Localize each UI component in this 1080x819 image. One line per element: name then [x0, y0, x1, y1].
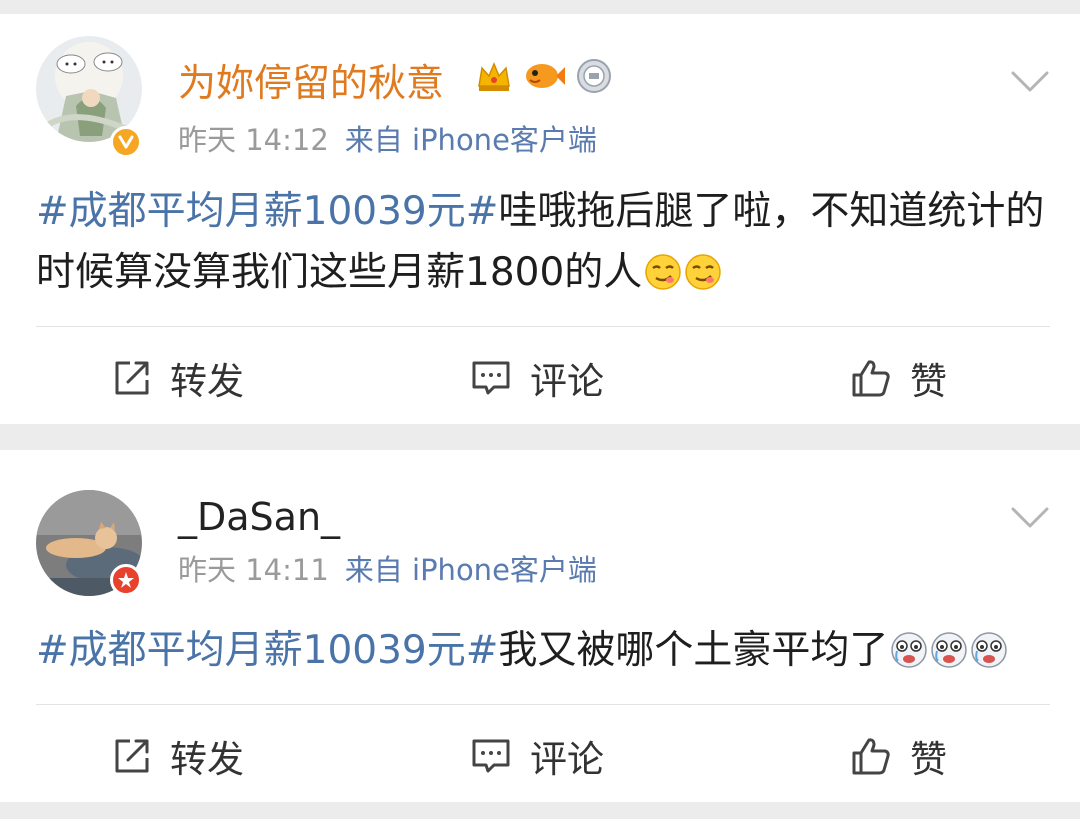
medal-icon — [577, 59, 611, 93]
post-source[interactable]: 来自 iPhone客户端 — [345, 123, 597, 157]
smirk-emoji-icon — [645, 254, 682, 290]
star-badge-icon — [110, 564, 142, 596]
weibo-post: _DaSan_ 昨天 14:11 来自 iPhone客户端 #成都平均月薪1003… — [0, 450, 1080, 802]
weibo-post: 为妳停留的秋意 昨天 14:12 来自 iPhone客户端 #成都平均月薪1003… — [0, 14, 1080, 424]
post-actions: 转发 评论 赞 — [0, 726, 1080, 786]
divider — [36, 704, 1050, 705]
crying-emoji-icon — [931, 632, 968, 668]
fish-icon — [526, 64, 565, 88]
comment-button[interactable]: 评论 — [470, 726, 604, 786]
username[interactable]: 为妳停留的秋意 — [178, 64, 444, 102]
like-button[interactable]: 赞 — [850, 726, 947, 786]
post-actions: 转发 评论 赞 — [0, 348, 1080, 408]
post-time: 昨天 14:12 — [178, 123, 329, 157]
crown-icon — [478, 62, 510, 91]
crying-emoji-icon — [971, 632, 1008, 668]
smirk-emoji-icon — [685, 254, 722, 290]
repost-label: 转发 — [170, 360, 244, 403]
post-meta: 昨天 14:12 来自 iPhone客户端 — [178, 126, 597, 155]
comment-button[interactable]: 评论 — [470, 348, 604, 408]
repost-icon — [115, 361, 149, 395]
comment-label: 评论 — [530, 360, 604, 403]
hashtag-link[interactable]: #成都平均月薪10039元# — [36, 628, 498, 673]
post-content: #成都平均月薪10039元#我又被哪个土豪平均了 — [36, 620, 1046, 681]
post-meta: 昨天 14:11 来自 iPhone客户端 — [178, 556, 597, 585]
username[interactable]: _DaSan_ — [178, 498, 340, 536]
comment-label: 评论 — [530, 738, 604, 781]
comment-icon — [472, 739, 510, 773]
repost-button[interactable]: 转发 — [112, 726, 244, 786]
post-content: #成都平均月薪10039元#哇哦拖后腿了啦，不知道统计的时候算没算我们这些月薪1… — [36, 181, 1046, 303]
like-label: 赞 — [910, 738, 947, 781]
crying-emoji-icon — [891, 632, 928, 668]
divider — [36, 326, 1050, 327]
repost-button[interactable]: 转发 — [112, 348, 244, 408]
comment-icon — [472, 361, 510, 395]
chevron-down-icon[interactable] — [1010, 505, 1050, 531]
thumbs-up-icon — [852, 360, 890, 397]
like-label: 赞 — [910, 360, 947, 403]
hashtag-link[interactable]: #成都平均月薪10039元# — [36, 189, 498, 234]
repost-icon — [115, 739, 149, 773]
post-source[interactable]: 来自 iPhone客户端 — [345, 553, 597, 587]
like-button[interactable]: 赞 — [850, 348, 947, 408]
user-medals — [474, 56, 614, 96]
repost-label: 转发 — [170, 738, 244, 781]
thumbs-up-icon — [852, 738, 890, 775]
chevron-down-icon[interactable] — [1010, 69, 1050, 95]
verified-badge-icon — [110, 126, 142, 158]
post-text: 我又被哪个土豪平均了 — [498, 628, 889, 673]
post-time: 昨天 14:11 — [178, 553, 329, 587]
